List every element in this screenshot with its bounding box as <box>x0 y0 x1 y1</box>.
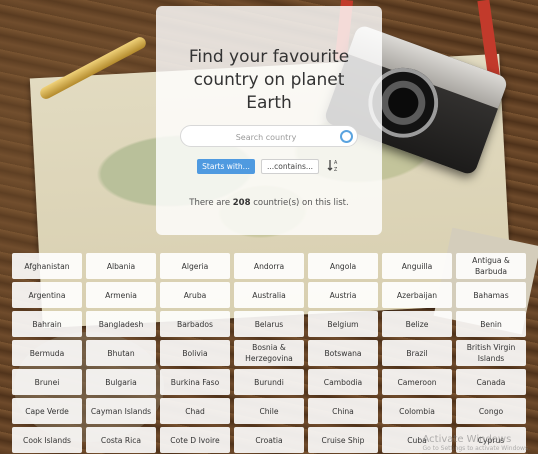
country-tile[interactable]: Bhutan <box>86 340 156 366</box>
country-tile[interactable]: Costa Rica <box>86 427 156 453</box>
country-tile[interactable]: Benin <box>456 311 526 337</box>
country-tile[interactable]: British Virgin Islands <box>456 340 526 366</box>
svg-text:A: A <box>334 160 338 166</box>
watermark-line-1: Activate Windows <box>422 434 512 445</box>
search-input[interactable] <box>189 126 343 148</box>
country-tile[interactable]: Andorra <box>234 253 304 279</box>
search-icon[interactable] <box>340 130 353 143</box>
windows-activation-watermark: Activate Windows Go to Settings to activ… <box>423 434 530 452</box>
count-suffix: countrie(s) on this list. <box>250 198 349 208</box>
country-tile[interactable]: Bahrain <box>12 311 82 337</box>
watermark-line-2: Go to Settings to activate Windows. <box>422 445 530 452</box>
country-tile[interactable]: Bosnia & Herzegovina <box>234 340 304 366</box>
country-count: There are 208 countrie(s) on this list. <box>156 198 382 208</box>
country-tile[interactable]: Australia <box>234 282 304 308</box>
starts-with-button[interactable]: Starts with... <box>197 159 255 174</box>
country-tile[interactable]: Cambodia <box>308 369 378 395</box>
country-tile[interactable]: Brazil <box>382 340 452 366</box>
country-tile[interactable]: Albania <box>86 253 156 279</box>
country-tile[interactable]: Aruba <box>160 282 230 308</box>
country-tile[interactable]: China <box>308 398 378 424</box>
country-tile[interactable]: Afghanistan <box>12 253 82 279</box>
search-box[interactable] <box>180 125 358 148</box>
country-tile[interactable]: Cayman Islands <box>86 398 156 424</box>
country-tile[interactable]: Armenia <box>86 282 156 308</box>
svg-text:Z: Z <box>334 167 338 173</box>
country-tile[interactable]: Brunei <box>12 369 82 395</box>
country-tile[interactable]: Burkina Faso <box>160 369 230 395</box>
country-tile[interactable]: Cook Islands <box>12 427 82 453</box>
country-tile[interactable]: Algeria <box>160 253 230 279</box>
country-tile[interactable]: Angola <box>308 253 378 279</box>
country-tile[interactable]: Bahamas <box>456 282 526 308</box>
country-tile[interactable]: Congo <box>456 398 526 424</box>
country-tile[interactable]: Bolivia <box>160 340 230 366</box>
country-tile[interactable]: Chad <box>160 398 230 424</box>
country-tile[interactable]: Belarus <box>234 311 304 337</box>
count-value: 208 <box>232 198 251 208</box>
country-tile[interactable]: Croatia <box>234 427 304 453</box>
country-tile[interactable]: Azerbaijan <box>382 282 452 308</box>
country-tile[interactable]: Antigua & Barbuda <box>456 253 526 279</box>
country-tile[interactable]: Canada <box>456 369 526 395</box>
country-tile[interactable]: Cote D Ivoire <box>160 427 230 453</box>
country-tile[interactable]: Belize <box>382 311 452 337</box>
country-tile[interactable]: Cape Verde <box>12 398 82 424</box>
country-tile[interactable]: Barbados <box>160 311 230 337</box>
country-tile[interactable]: Argentina <box>12 282 82 308</box>
search-card: Find your favourite country on planet Ea… <box>156 6 382 235</box>
country-tile[interactable]: Belgium <box>308 311 378 337</box>
country-grid: Afghanistan Albania Algeria Andorra Angola An… <box>12 253 526 453</box>
country-tile[interactable]: Anguilla <box>382 253 452 279</box>
country-tile[interactable]: Bulgaria <box>86 369 156 395</box>
page-title: Find your favourite country on planet Ea… <box>188 47 350 113</box>
count-prefix: There are <box>189 198 233 208</box>
country-tile[interactable]: Cruise Ship <box>308 427 378 453</box>
country-tile[interactable]: Chile <box>234 398 304 424</box>
country-tile[interactable]: Cameroon <box>382 369 452 395</box>
country-tile[interactable]: Austria <box>308 282 378 308</box>
country-tile[interactable]: Botswana <box>308 340 378 366</box>
country-tile[interactable]: Burundi <box>234 369 304 395</box>
country-tile[interactable]: Colombia <box>382 398 452 424</box>
country-tile[interactable]: Bermuda <box>12 340 82 366</box>
contains-button[interactable]: ...contains... <box>261 159 319 174</box>
sort-icon[interactable]: A Z <box>326 158 340 173</box>
country-tile[interactable]: Bangladesh <box>86 311 156 337</box>
